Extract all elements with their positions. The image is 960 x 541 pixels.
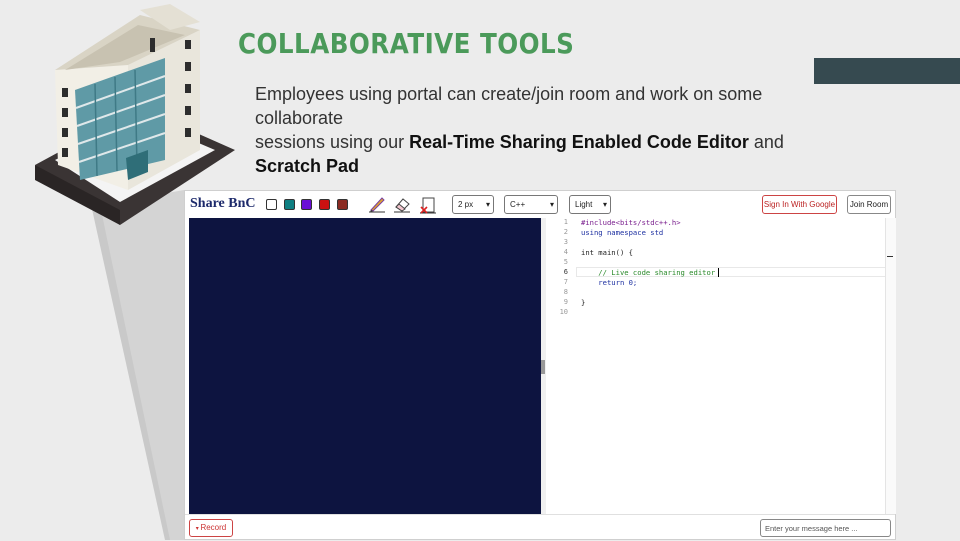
share-bnc-app: Share BnC 2 px ▾ C++ ▾ Light ▾ Sign In W… bbox=[184, 190, 896, 540]
line-number: 10 bbox=[559, 308, 568, 316]
split-drag-handle[interactable] bbox=[541, 360, 545, 374]
line-number-gutter: 1 2 3 4 5 6 7 8 9 10 bbox=[546, 218, 572, 514]
language-select[interactable]: C++ ▾ bbox=[504, 195, 558, 214]
record-label: Record bbox=[200, 523, 227, 532]
description-and: and bbox=[748, 132, 784, 152]
color-swatch-white[interactable] bbox=[266, 199, 277, 210]
code-line: } bbox=[581, 298, 586, 307]
brush-size-value: 2 px bbox=[458, 200, 474, 209]
line-number: 3 bbox=[563, 238, 568, 246]
color-swatch-red[interactable] bbox=[319, 199, 330, 210]
line-number: 6 bbox=[563, 268, 568, 276]
scroll-marker bbox=[887, 256, 893, 257]
clear-page-icon[interactable] bbox=[418, 195, 438, 215]
theme-value: Light bbox=[575, 200, 593, 209]
chevron-down-icon: ▾ bbox=[485, 200, 490, 209]
color-swatch-purple[interactable] bbox=[301, 199, 312, 210]
line-number: 2 bbox=[563, 228, 568, 236]
line-number: 7 bbox=[563, 278, 568, 286]
message-input[interactable] bbox=[760, 519, 891, 537]
line-number: 9 bbox=[563, 298, 568, 306]
eraser-icon[interactable] bbox=[392, 195, 412, 215]
scratch-pad-canvas[interactable] bbox=[189, 218, 541, 514]
pencil-icon[interactable] bbox=[367, 195, 387, 215]
code-line: #include<bits/stdc++.h> bbox=[581, 218, 681, 227]
slide-title: COLLABORATIVE TOOLS bbox=[238, 27, 575, 60]
editor-scrollbar[interactable] bbox=[885, 218, 896, 514]
code-line: using namespace std bbox=[581, 228, 664, 237]
line-number: 8 bbox=[563, 288, 568, 296]
join-room-button[interactable]: Join Room bbox=[847, 195, 891, 214]
line-number: 5 bbox=[563, 258, 568, 266]
line-number: 4 bbox=[563, 248, 568, 256]
brush-size-select[interactable]: 2 px ▾ bbox=[452, 195, 494, 214]
sign-in-google-button[interactable]: Sign In With Google bbox=[762, 195, 837, 214]
code-line: return 0; bbox=[581, 278, 638, 287]
color-swatch-brown[interactable] bbox=[337, 199, 348, 210]
scratch-pad-highlight: Scratch Pad bbox=[255, 156, 360, 176]
record-button[interactable]: ▾ Record bbox=[189, 519, 233, 537]
code-editor[interactable]: 1 2 3 4 5 6 7 8 9 10 #include<bits/stdc+… bbox=[546, 218, 892, 514]
description-line2-start: sessions using our bbox=[255, 132, 410, 152]
chevron-down-icon: ▾ bbox=[549, 200, 554, 209]
slide-description: Employees using portal can create/join r… bbox=[255, 82, 835, 178]
app-title: Share BnC bbox=[190, 196, 256, 211]
decorative-band bbox=[814, 58, 960, 84]
description-line1: Employees using portal can create/join r… bbox=[255, 84, 763, 128]
language-value: C++ bbox=[510, 200, 526, 209]
theme-select[interactable]: Light ▾ bbox=[569, 195, 611, 214]
chevron-down-icon: ▾ bbox=[602, 200, 607, 209]
code-line: // Live code sharing editor bbox=[581, 268, 716, 277]
color-swatch-teal[interactable] bbox=[284, 199, 295, 210]
text-cursor bbox=[718, 268, 719, 277]
bottom-bar: ▾ Record bbox=[185, 514, 895, 541]
line-number: 1 bbox=[563, 218, 568, 226]
code-editor-highlight: Real-Time Sharing Enabled Code Editor bbox=[409, 132, 749, 152]
app-toolbar: Share BnC 2 px ▾ C++ ▾ Light ▾ Sign In W… bbox=[185, 191, 895, 218]
code-line: int main() { bbox=[581, 248, 633, 257]
